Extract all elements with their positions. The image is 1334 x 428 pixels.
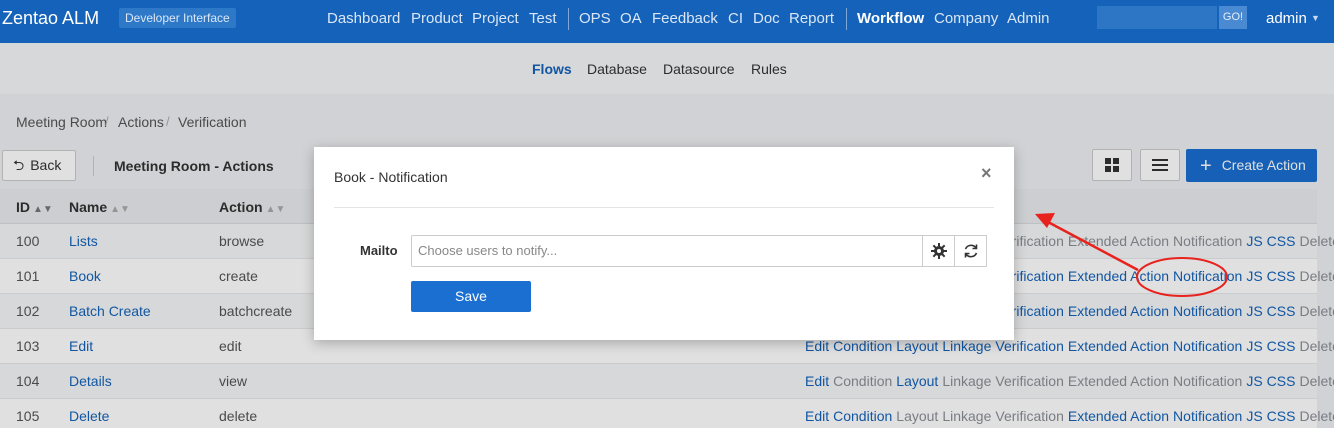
nav-divider bbox=[846, 8, 847, 30]
user-menu[interactable]: admin ▼ bbox=[1266, 10, 1320, 27]
mailto-user-select[interactable]: Choose users to notify... bbox=[411, 235, 923, 267]
nav-ci[interactable]: CI bbox=[728, 10, 743, 27]
nav-feedback[interactable]: Feedback bbox=[652, 10, 718, 27]
nav-project[interactable]: Project bbox=[472, 10, 519, 27]
modal-divider bbox=[334, 207, 994, 208]
modal-title: Book - Notification bbox=[334, 169, 448, 185]
nav-ops[interactable]: OPS bbox=[579, 10, 611, 27]
nav-product[interactable]: Product bbox=[411, 10, 463, 27]
search-go-button[interactable]: GO! bbox=[1219, 6, 1247, 29]
user-name: admin bbox=[1266, 10, 1307, 27]
nav-report[interactable]: Report bbox=[789, 10, 834, 27]
close-icon[interactable]: × bbox=[981, 163, 992, 184]
gear-icon bbox=[930, 243, 947, 259]
nav-workflow[interactable]: Workflow bbox=[857, 10, 924, 27]
top-navbar: Zentao ALM Developer Interface Dashboard… bbox=[0, 0, 1334, 43]
nav-admin[interactable]: Admin bbox=[1007, 10, 1050, 27]
caret-down-icon: ▼ bbox=[1311, 13, 1320, 23]
notification-modal: Book - Notification × Mailto Choose user… bbox=[314, 147, 1014, 340]
mailto-label: Mailto bbox=[360, 243, 398, 258]
refresh-users-button[interactable] bbox=[954, 235, 987, 267]
nav-divider bbox=[568, 8, 569, 30]
nav-oa[interactable]: OA bbox=[620, 10, 642, 27]
user-settings-button[interactable] bbox=[922, 235, 955, 267]
nav-company[interactable]: Company bbox=[934, 10, 998, 27]
global-search-input[interactable] bbox=[1097, 6, 1217, 29]
save-button[interactable]: Save bbox=[411, 281, 531, 312]
developer-interface-badge[interactable]: Developer Interface bbox=[119, 8, 236, 28]
brand-logo[interactable]: Zentao ALM bbox=[2, 8, 99, 29]
nav-doc[interactable]: Doc bbox=[753, 10, 780, 27]
nav-test[interactable]: Test bbox=[529, 10, 557, 27]
nav-dashboard[interactable]: Dashboard bbox=[327, 10, 400, 27]
refresh-icon bbox=[964, 244, 977, 258]
